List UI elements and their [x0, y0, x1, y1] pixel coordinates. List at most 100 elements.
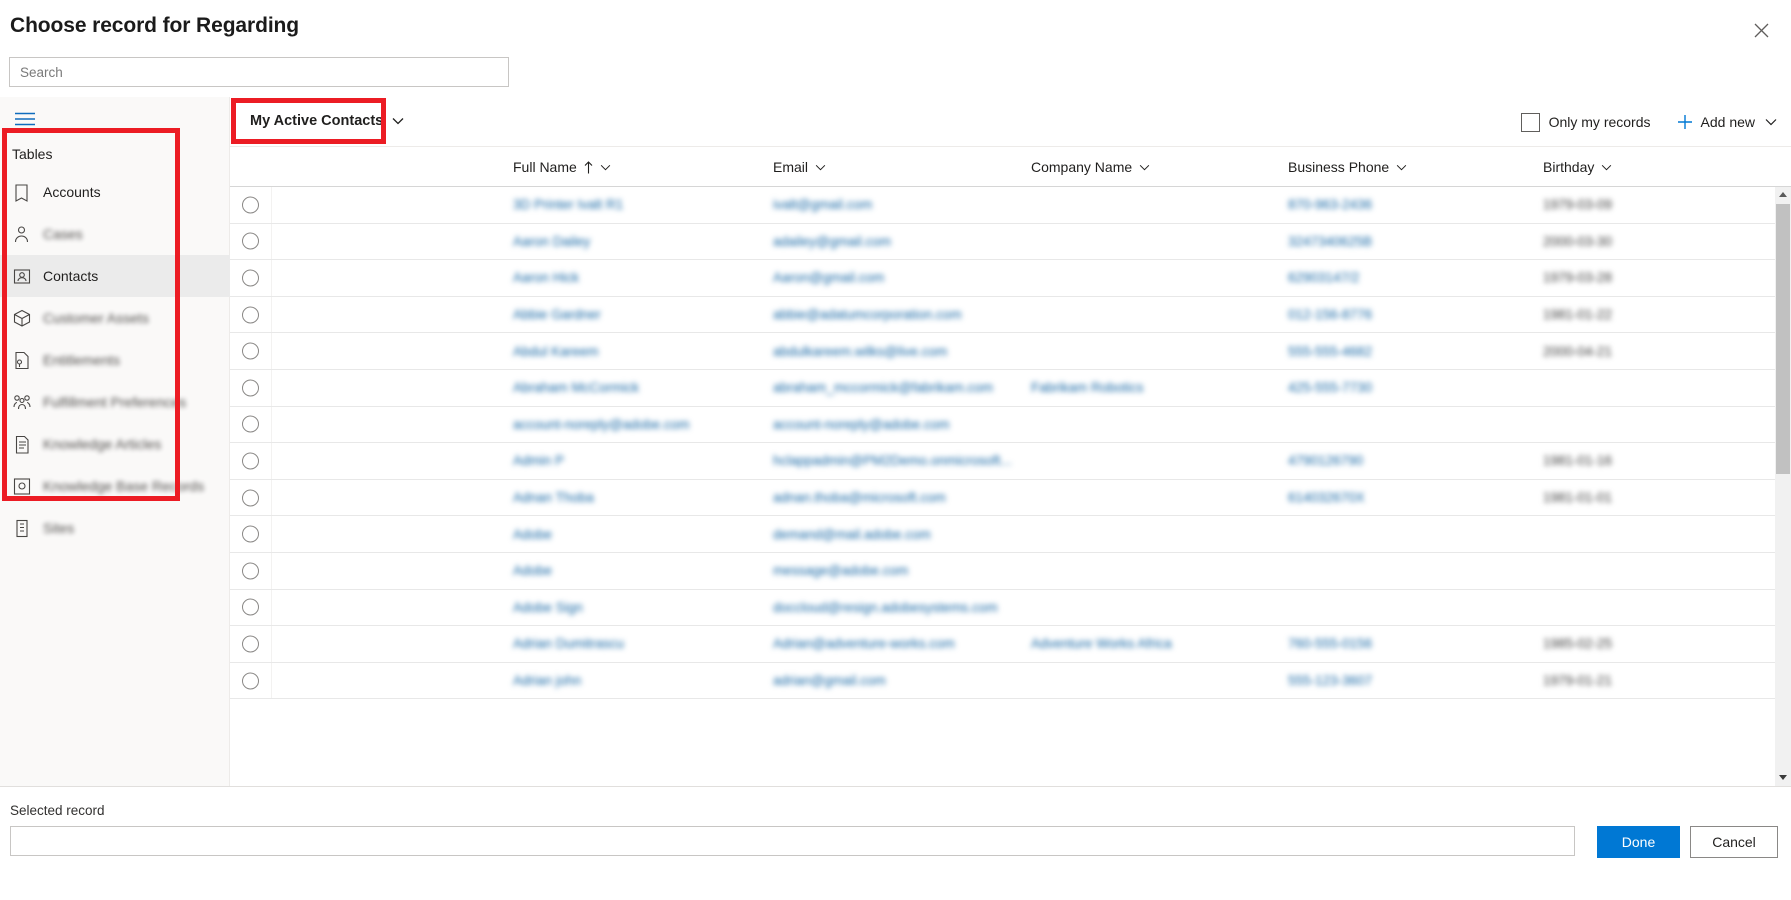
table-row[interactable]: Admin P hclappadmin@PM2Demo.onmicrosoft..…	[230, 443, 1791, 480]
table-row[interactable]: Adnan Thoba adnan.thoba@microsoft.com 6140…	[230, 479, 1791, 517]
case-person-icon	[12, 224, 32, 244]
view-selector[interactable]: My Active Contacts	[244, 105, 410, 137]
sidebar-item-label: Knowledge Articles	[43, 436, 162, 452]
only-my-records-label: Only my records	[1548, 114, 1651, 130]
cell-full_name: Admin P	[513, 453, 565, 469]
scrollbar-thumb[interactable]	[1776, 204, 1790, 474]
table-row[interactable]: Aaron Dailey adailey@gmail.com 3247340625B…	[230, 223, 1791, 261]
vertical-scrollbar[interactable]	[1775, 187, 1791, 786]
table-row[interactable]: Adrian Dumitrascu Adrian@adventure-works.…	[230, 626, 1791, 663]
cell-phone: 012-156-8776	[1288, 307, 1373, 323]
sidebar-item-entitlements[interactable]: Entitlements	[0, 339, 230, 381]
column-header-company-name[interactable]: Company Name	[1031, 147, 1150, 187]
selected-record-input[interactable]	[10, 826, 1575, 856]
table-row[interactable]: Aaron Hick Aaron@gmail.com 62903147/2 1979-…	[230, 260, 1791, 297]
cell-phone: 870-963-2436	[1288, 197, 1373, 213]
cell-email: Aaron@gmail.com	[773, 270, 885, 286]
cancel-button[interactable]: Cancel	[1690, 826, 1778, 858]
radio-button-unselected-icon[interactable]	[242, 635, 259, 653]
cell-email: abbie@adatumcorporation.com	[773, 307, 962, 323]
sidebar-item-fulfillment-preferences[interactable]: Fulfillment Preferences	[0, 381, 230, 423]
radio-button-unselected-icon[interactable]	[242, 672, 259, 690]
row-select-cell	[230, 333, 272, 369]
chevron-down-icon[interactable]	[1396, 164, 1407, 171]
cell-birthday: 2000-04-21	[1543, 343, 1613, 359]
sidebar-item-label: Fulfillment Preferences	[43, 394, 187, 410]
sidebar-item-cases[interactable]: Cases	[0, 213, 230, 255]
column-header-business-phone[interactable]: Business Phone	[1288, 147, 1407, 187]
hamburger-menu-icon[interactable]	[8, 105, 42, 133]
table-row[interactable]: account-noreply@adobe.com account-noreply…	[230, 406, 1791, 444]
tables-sidebar: Tables Accounts Cases Contacts Customer Ass…	[0, 97, 230, 786]
sidebar-item-knowledge-articles[interactable]: Knowledge Articles	[0, 423, 230, 465]
grid-header-row: Full Name Email Company Name Business Phone…	[230, 147, 1791, 187]
row-select-cell	[230, 296, 272, 333]
sidebar-item-sites[interactable]: Sites	[0, 507, 230, 549]
cell-phone: 555-123-3607	[1288, 673, 1373, 689]
radio-button-unselected-icon[interactable]	[242, 196, 259, 214]
sidebar-item-knowledge-base-records[interactable]: Knowledge Base Records	[0, 465, 230, 507]
scroll-up-arrow-icon[interactable]	[1775, 187, 1791, 203]
cell-phone	[1288, 553, 1540, 589]
add-new-button[interactable]: Add new	[1677, 114, 1777, 130]
cell-birthday	[1543, 553, 1763, 589]
radio-button-unselected-icon[interactable]	[242, 452, 259, 470]
cell-email: adnan.thoba@microsoft.com	[773, 490, 946, 506]
cell-birthday	[1543, 370, 1763, 406]
radio-button-unselected-icon[interactable]	[242, 489, 259, 507]
table-row[interactable]: 3D Printer Ivalt R1 ivalt@gmail.com 870-96…	[230, 187, 1791, 224]
radio-button-unselected-icon[interactable]	[242, 598, 259, 616]
radio-button-unselected-icon[interactable]	[242, 525, 259, 543]
search-input[interactable]	[9, 57, 509, 87]
row-select-cell	[230, 626, 272, 662]
close-icon[interactable]	[1745, 14, 1777, 46]
table-row[interactable]: Abbie Gardner abbie@adatumcorporation.com…	[230, 296, 1791, 334]
radio-button-unselected-icon[interactable]	[242, 379, 259, 397]
column-header-label: Birthday	[1543, 159, 1595, 175]
radio-button-unselected-icon[interactable]	[242, 342, 259, 360]
radio-button-unselected-icon[interactable]	[242, 415, 259, 433]
chevron-down-icon[interactable]	[1601, 164, 1612, 171]
table-row[interactable]: Abdul Kareem abdulkareem.wilks@live.com 55…	[230, 333, 1791, 370]
cell-company: Adventure Works Africa	[1031, 636, 1172, 652]
column-header-label: Email	[773, 159, 809, 175]
cell-company	[1031, 407, 1286, 443]
radio-button-unselected-icon[interactable]	[242, 562, 259, 580]
only-my-records-checkbox[interactable]: Only my records	[1520, 112, 1651, 132]
scroll-down-arrow-icon[interactable]	[1775, 770, 1791, 786]
table-row[interactable]: Adrian john adrian@gmail.com 555-123-3607 1…	[230, 662, 1791, 700]
chevron-down-icon[interactable]	[600, 164, 611, 171]
table-row[interactable]: Adobe demand@mail.adobe.com	[230, 516, 1791, 553]
cell-birthday: 1979-01-21	[1543, 673, 1613, 689]
done-button[interactable]: Done	[1597, 826, 1680, 858]
cell-phone: 614032670X	[1288, 490, 1365, 506]
chevron-down-icon[interactable]	[1139, 164, 1150, 171]
column-header-full-name[interactable]: Full Name	[513, 147, 611, 187]
sidebar-item-contacts[interactable]: Contacts	[0, 255, 230, 297]
command-bar-right: Only my records Add new	[1520, 97, 1777, 147]
sidebar-item-accounts[interactable]: Accounts	[0, 171, 230, 213]
column-header-birthday[interactable]: Birthday	[1543, 147, 1612, 187]
table-row[interactable]: Abraham McCormick abraham_mccormick@fabri…	[230, 369, 1791, 407]
column-header-email[interactable]: Email	[773, 147, 826, 187]
radio-button-unselected-icon[interactable]	[242, 232, 259, 250]
table-row[interactable]: Adobe Sign doccloud@resign.adobesystems.c…	[230, 589, 1791, 627]
cell-full_name: Aaron Dailey	[513, 233, 591, 249]
cell-birthday: 1981-01-22	[1543, 307, 1613, 323]
building-site-icon	[12, 518, 32, 538]
add-new-label: Add new	[1700, 114, 1755, 130]
cell-email: hclappadmin@PM2Demo.onmicrosoft...	[773, 453, 1012, 469]
radio-button-unselected-icon[interactable]	[242, 306, 259, 324]
radio-button-unselected-icon[interactable]	[242, 269, 259, 287]
column-header-label: Company Name	[1031, 159, 1133, 175]
table-row[interactable]: Adobe message@adobe.com	[230, 552, 1791, 590]
chevron-down-icon[interactable]	[815, 164, 826, 171]
row-select-cell	[230, 443, 272, 479]
cell-company	[1031, 443, 1286, 479]
sidebar-item-label: Sites	[43, 520, 75, 536]
cell-birthday: 2000-03-30	[1543, 233, 1613, 249]
checkbox-box-icon	[1520, 112, 1540, 132]
column-header-label: Business Phone	[1288, 159, 1390, 175]
sidebar-item-customer-assets[interactable]: Customer Assets	[0, 297, 230, 339]
column-header-label: Full Name	[513, 159, 577, 175]
